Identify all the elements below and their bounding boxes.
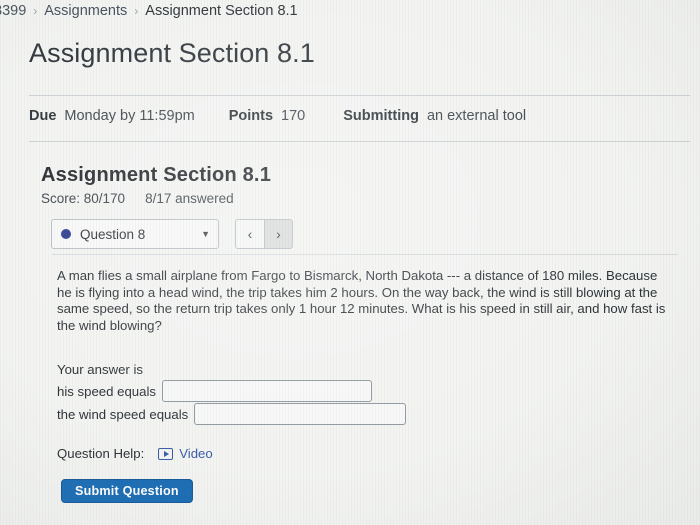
breadcrumb: 3399 › Assignments › Assignment Section …	[0, 0, 298, 22]
answered-count: 8/17 answered	[145, 191, 234, 206]
meta-due-label: Due	[29, 108, 57, 124]
question-nav-buttons: ‹ ›	[235, 219, 293, 249]
video-play-icon[interactable]	[158, 447, 174, 460]
chevron-down-icon: ▼	[201, 228, 210, 239]
divider-top	[29, 95, 690, 96]
previous-question-button[interactable]: ‹	[235, 219, 264, 249]
question-status-dot-icon	[61, 229, 71, 239]
meta-points-label: Points	[228, 108, 274, 124]
breadcrumb-separator: ›	[134, 4, 139, 18]
video-help-link[interactable]: Video	[179, 446, 213, 461]
question-help-label: Question Help:	[57, 446, 145, 461]
breadcrumb-item-current[interactable]: Assignment Section 8.1	[145, 3, 297, 19]
question-help-row: Question Help: Video	[57, 446, 213, 461]
answer-intro-label: Your answer is	[57, 362, 144, 377]
meta-submitting-label: Submitting	[343, 108, 419, 124]
answer-row-speed: his speed equals	[57, 380, 372, 402]
question-text: A man flies a small airplane from Fargo …	[57, 268, 666, 333]
page-title: Assignment Section 8.1	[29, 38, 315, 68]
question-select-label: Question 8	[80, 226, 146, 242]
score-value: Score: 80/170	[41, 191, 126, 206]
wind-field-label: the wind speed equals	[57, 406, 189, 422]
meta-due-value: Monday by 11:59pm	[64, 108, 195, 124]
wind-speed-input[interactable]	[194, 403, 407, 425]
speed-field-label: his speed equals	[57, 383, 156, 399]
breadcrumb-item-assignments[interactable]: Assignments	[44, 3, 127, 19]
meta-due: Due Monday by 11:59pm	[29, 108, 195, 124]
question-select[interactable]: Question 8 ▼	[51, 219, 219, 249]
divider-question	[52, 254, 678, 255]
question-selector-row: Question 8 ▼ ‹ ›	[51, 219, 293, 249]
score-line: Score: 80/170 8/17 answered	[41, 191, 234, 206]
meta-points-value: 170	[281, 108, 306, 124]
meta-submitting-value: an external tool	[426, 108, 527, 124]
next-question-button[interactable]: ›	[264, 219, 293, 249]
assignment-meta-row: Due Monday by 11:59pm Points 170 Submitt…	[29, 108, 526, 124]
meta-points: Points 170	[229, 108, 306, 124]
divider-meta	[29, 141, 690, 142]
answer-row-wind: the wind speed equals	[57, 403, 407, 425]
speed-input[interactable]	[161, 380, 372, 402]
submit-question-button[interactable]: Submit Question	[61, 479, 193, 503]
breadcrumb-separator: ›	[33, 4, 38, 18]
meta-submitting: Submitting an external tool	[343, 108, 526, 124]
assignment-title: Assignment Section 8.1	[41, 164, 272, 186]
breadcrumb-item-course[interactable]: 3399	[0, 3, 26, 19]
